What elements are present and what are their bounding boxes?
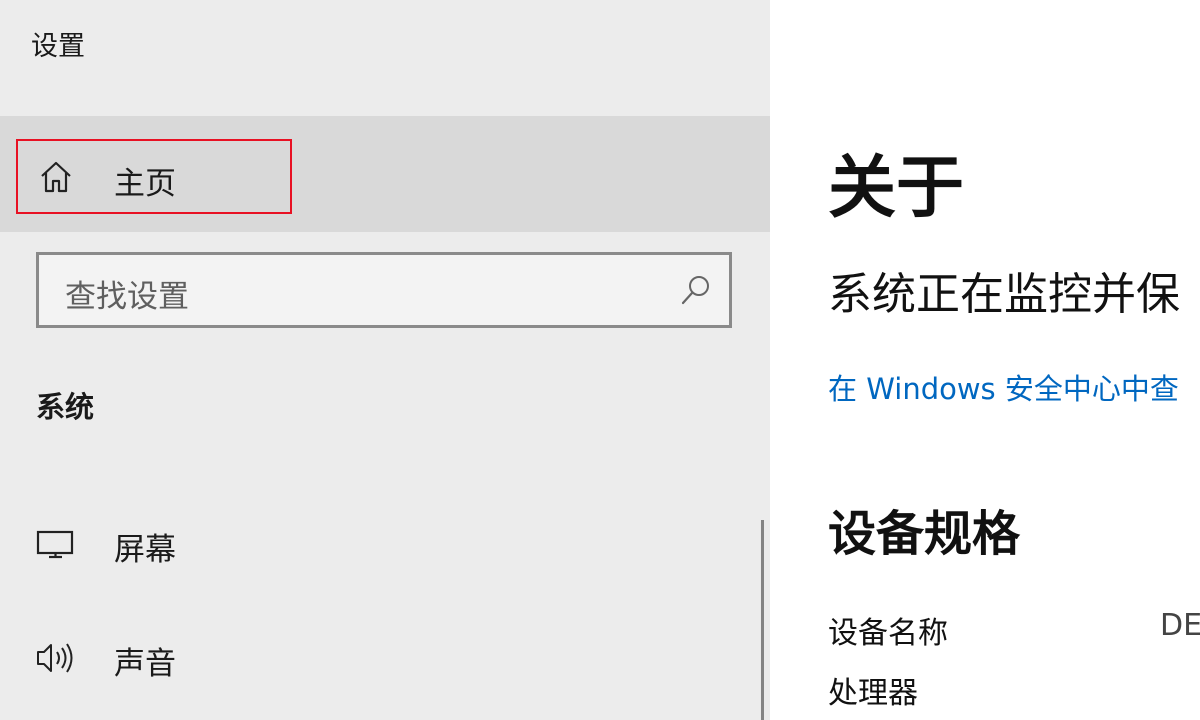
display-icon [36,526,76,562]
sidebar-item-label: 声音 [114,646,176,682]
search-icon[interactable] [679,273,713,307]
page-title: 关于 [828,149,965,228]
search-placeholder: 查找设置 [65,279,189,315]
sidebar-item-sound[interactable]: 声音 [0,624,760,694]
home-icon [38,160,74,194]
app-title: 设置 [31,31,85,62]
sidebar-scrollbar[interactable] [761,520,764,720]
windows-security-link[interactable]: 在 Windows 安全中心中查 [828,366,1179,408]
sidebar-item-display[interactable]: 屏幕 [0,510,760,580]
settings-sidebar: 设置 主页 查找设置 系统 屏幕 声音 [0,0,770,720]
speaker-icon [36,640,76,676]
sidebar-item-home-label[interactable]: 主页 [114,158,176,203]
sidebar-item-label: 屏幕 [114,532,176,568]
protection-status-text: 系统正在监控并保 [828,269,1180,320]
device-name-value: DE [1160,608,1200,643]
device-specs-title: 设备规格 [828,506,1021,562]
settings-search-input[interactable]: 查找设置 [36,252,732,328]
device-name-label: 设备名称 [828,616,948,651]
about-content-pane: 关于 系统正在监控并保 在 Windows 安全中心中查 设备规格 设备名称 D… [770,0,1200,720]
section-title-system: 系统 [36,390,95,424]
processor-label: 处理器 [828,676,918,711]
settings-window: 设置 主页 查找设置 系统 屏幕 声音 关于 系统正在监控并保 在 Window… [0,0,1200,720]
